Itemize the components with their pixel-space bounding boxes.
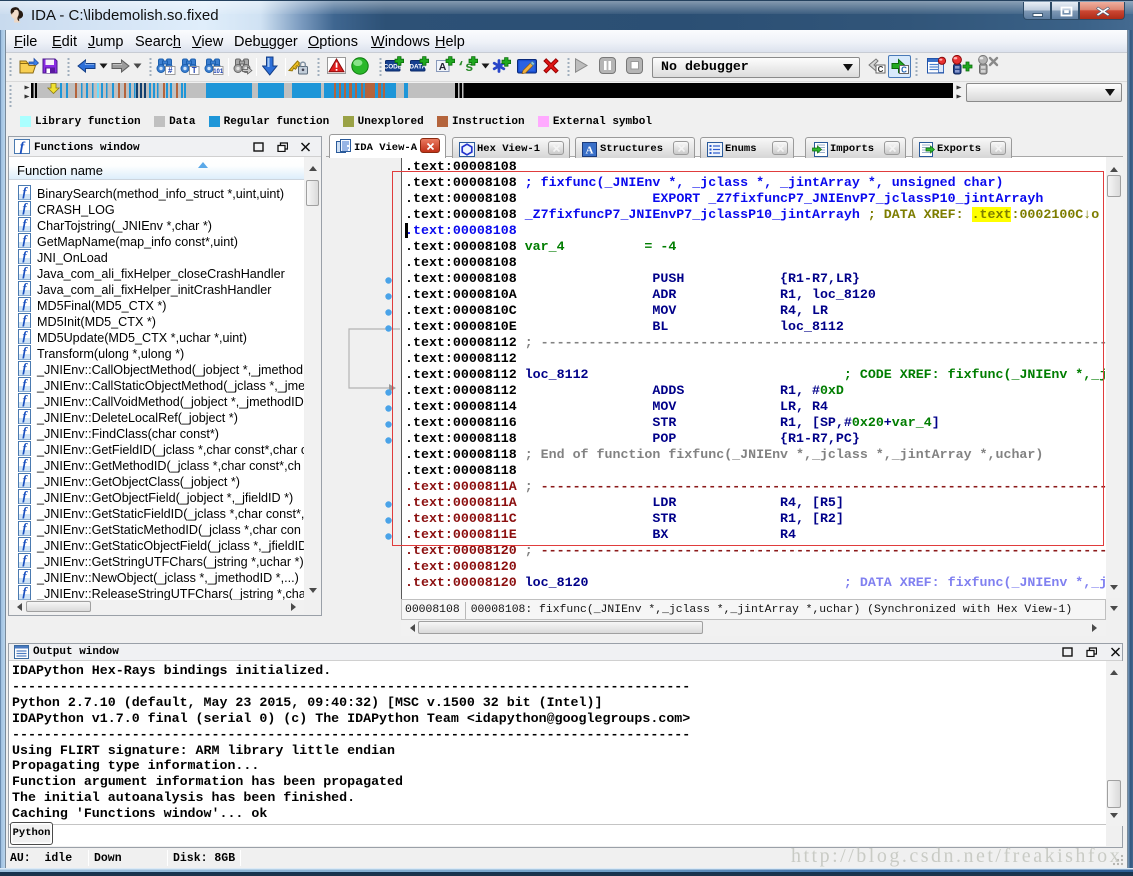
svg-text:101: 101 (213, 69, 224, 75)
svg-text:T: T (192, 66, 197, 75)
svg-text:A: A (586, 145, 594, 157)
svg-text:#: # (168, 66, 173, 75)
svg-text:C: C (901, 65, 907, 74)
svg-text:A: A (439, 61, 447, 72)
svg-text:C: C (878, 65, 884, 74)
